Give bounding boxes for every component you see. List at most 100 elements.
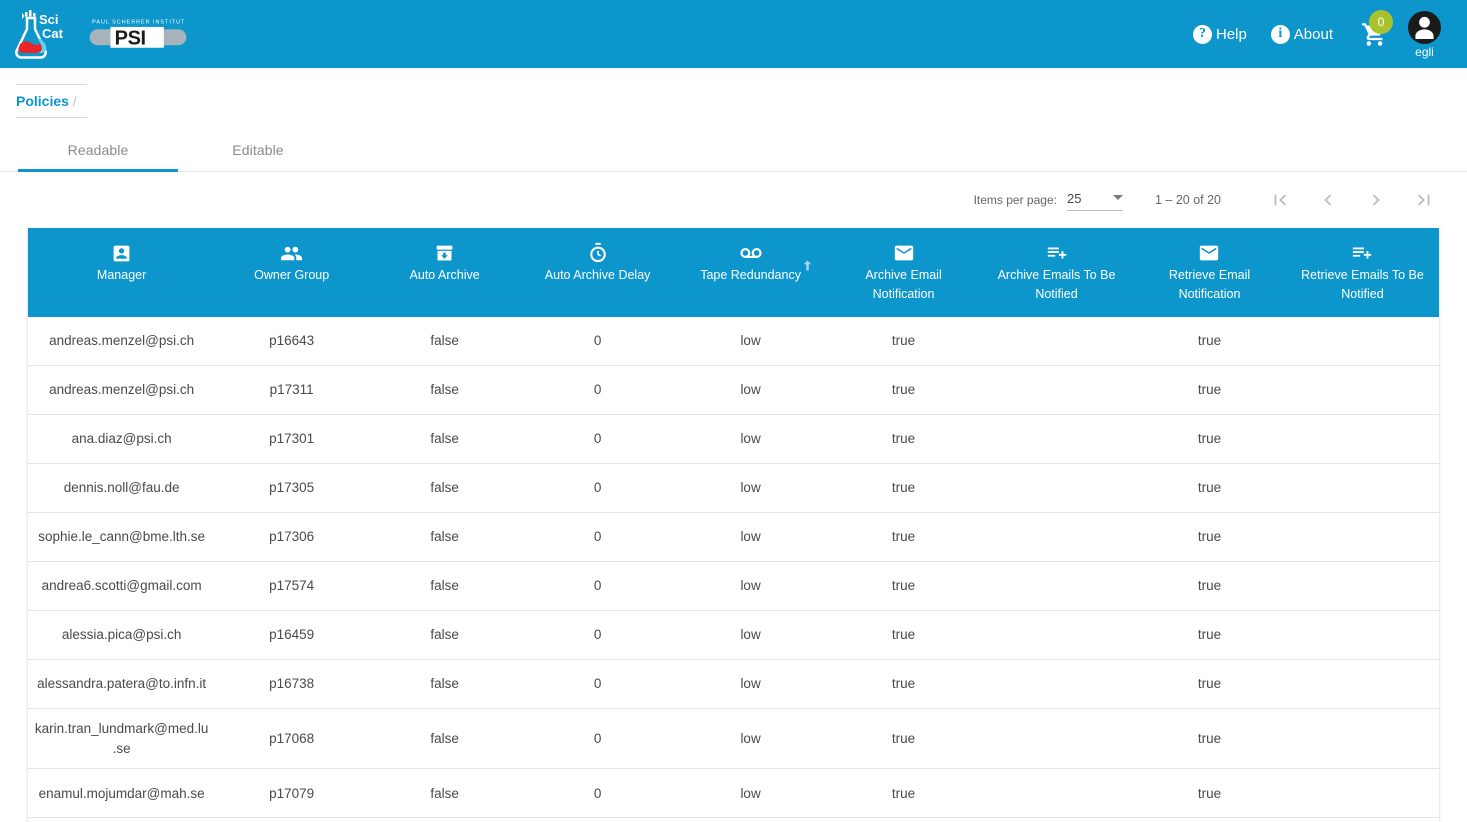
column-header-archive-emails-to-be-notified-label: Archive Emails To Be Notified [997, 268, 1116, 302]
table-row[interactable]: enamul.mojumdar@mah.se p17079 false 0 low tru… [28, 768, 1439, 819]
cell-delay: 0 [521, 561, 675, 612]
cell-retrieveList [1285, 365, 1439, 416]
user-menu[interactable]: egli [1402, 10, 1447, 59]
table-row[interactable]: andreas.menzel@psi.ch p17311 false 0 low true… [28, 365, 1439, 416]
tab-editable-label: Editable [232, 142, 284, 158]
policies-table-container: Manager Owner Group Auto Archive Auto Ar… [28, 228, 1439, 822]
cell-tape: low [674, 463, 828, 514]
cell-archiveList [980, 561, 1133, 612]
cell-archiveList [980, 463, 1133, 514]
cell-retrieveList [1285, 414, 1439, 465]
cell-delay [521, 817, 675, 822]
cell-retrieveMail: true [1133, 463, 1286, 514]
cell-archiveList [980, 817, 1133, 822]
cell-tape: low [674, 561, 828, 612]
psi-tagline: PAUL SCHERRER INSTITUT [92, 20, 185, 26]
cell-delay: 0 [521, 768, 675, 819]
cell-manager: andreas.menzel@psi.ch [28, 365, 216, 416]
cell-autoArchive: false [368, 463, 522, 514]
cell-delay: 0 [521, 610, 675, 661]
cell-delay: 0 [521, 463, 675, 514]
breadcrumb-item-policies[interactable]: Policies [16, 93, 69, 109]
scicat-logo[interactable]: Sci Cat [12, 9, 72, 59]
help-button[interactable]: ? Help [1181, 24, 1259, 44]
column-header-retrieve-email-notification[interactable]: Retrieve Email Notification [1133, 228, 1286, 317]
column-header-manager[interactable]: Manager [28, 228, 216, 317]
table-row[interactable]: dennis.noll@fau.de p17305 false 0 low true tru… [28, 463, 1439, 514]
breadcrumb: Policies / [16, 84, 87, 118]
cell-ownerGroup: p16643 [215, 316, 369, 367]
user-name-label: egli [1415, 44, 1434, 59]
column-header-owner-group[interactable]: Owner Group [215, 228, 369, 317]
cell-manager: karin.tran_lundmark@med.lu.se [28, 708, 216, 770]
cell-retrieveMail: true [1133, 414, 1286, 465]
first-page-button[interactable] [1263, 183, 1297, 217]
last-page-button[interactable] [1407, 183, 1441, 217]
column-header-retrieve-emails-to-be-notified[interactable]: Retrieve Emails To Be Notified [1285, 228, 1439, 317]
column-header-auto-archive[interactable]: Auto Archive [368, 228, 522, 317]
column-header-archive-emails-to-be-notified[interactable]: Archive Emails To Be Notified [980, 228, 1133, 317]
cell-retrieveList [1285, 659, 1439, 710]
archive-icon [434, 242, 455, 264]
about-button[interactable]: i About [1259, 24, 1345, 44]
cell-archiveMail: true [827, 512, 981, 563]
cart-button[interactable]: 0 [1345, 9, 1402, 48]
cell-archiveList [980, 316, 1133, 367]
cell-manager [28, 817, 216, 822]
app-header: Sci Cat PAUL SCHERRER INSTITUT PSI ? Hel… [0, 0, 1467, 68]
cell-autoArchive: false [368, 768, 522, 819]
breadcrumb-separator: / [72, 94, 77, 109]
previous-page-button[interactable] [1311, 183, 1345, 217]
email-icon [1198, 242, 1220, 264]
cell-autoArchive: false [368, 512, 522, 563]
table-row[interactable]: sophie.le_cann@bme.lth.se p17306 false 0 low… [28, 512, 1439, 563]
tab-editable[interactable]: Editable [178, 130, 338, 171]
table-row[interactable]: karin.tran_lundmark@med.lu.se p17068 false… [28, 708, 1439, 770]
column-header-tape-redundancy[interactable]: Tape Redundancy [674, 228, 828, 317]
column-header-auto-archive-delay-label: Auto Archive Delay [544, 268, 651, 282]
cell-ownerGroup: p17574 [215, 561, 369, 612]
column-header-auto-archive-delay[interactable]: Auto Archive Delay [521, 228, 675, 317]
cell-manager: alessia.pica@psi.ch [28, 610, 216, 661]
table-row[interactable] [28, 817, 1439, 822]
cell-retrieveMail: true [1133, 610, 1286, 661]
items-per-page-value: 25 [1066, 191, 1082, 206]
cell-tape: low [674, 659, 828, 710]
column-header-tape-redundancy-label: Tape Redundancy [700, 268, 801, 282]
table-row[interactable]: alessandra.patera@to.infn.it p16738 false 0… [28, 659, 1439, 710]
cell-ownerGroup: p16738 [215, 659, 369, 710]
cell-tape: low [674, 365, 828, 416]
cell-archiveList [980, 512, 1133, 563]
cell-autoArchive: false [368, 316, 522, 367]
about-label: About [1293, 25, 1333, 43]
table-row[interactable]: alessia.pica@psi.ch p16459 false 0 low true tr… [28, 610, 1439, 661]
column-header-manager-label: Manager [96, 268, 147, 282]
cell-ownerGroup: p17306 [215, 512, 369, 563]
table-row[interactable]: ana.diaz@psi.ch p17301 false 0 low true true [28, 414, 1439, 465]
cell-manager: andrea6.scotti@gmail.com [28, 561, 216, 612]
cell-manager: enamul.mojumdar@mah.se [28, 768, 216, 819]
cell-ownerGroup: p17305 [215, 463, 369, 514]
table-row[interactable]: andreas.menzel@psi.ch p16643 false 0 low true… [28, 316, 1439, 367]
tab-readable[interactable]: Readable [18, 130, 178, 172]
cell-autoArchive: false [368, 414, 522, 465]
chevron-down-icon [1112, 195, 1123, 200]
cell-retrieveMail: true [1133, 316, 1286, 367]
cell-delay: 0 [521, 365, 675, 416]
timer-icon [587, 242, 609, 264]
cell-archiveMail: true [827, 708, 981, 770]
table-row[interactable]: andrea6.scotti@gmail.com p17574 false 0 low t… [28, 561, 1439, 612]
items-per-page-select[interactable]: 25 [1066, 189, 1123, 211]
cell-archiveMail: true [827, 414, 981, 465]
column-header-archive-email-notification[interactable]: Archive Email Notification [827, 228, 981, 317]
cell-retrieveMail: true [1133, 561, 1286, 612]
cell-archiveList [980, 659, 1133, 710]
info-icon: i [1270, 24, 1290, 44]
cell-autoArchive: false [368, 561, 522, 612]
people-icon [280, 242, 303, 264]
cell-tape: low [674, 610, 828, 661]
next-page-button[interactable] [1359, 183, 1393, 217]
psi-logo[interactable]: PAUL SCHERRER INSTITUT PSI [88, 16, 188, 52]
svg-text:Sci: Sci [39, 12, 59, 27]
cell-archiveMail: true [827, 610, 981, 661]
